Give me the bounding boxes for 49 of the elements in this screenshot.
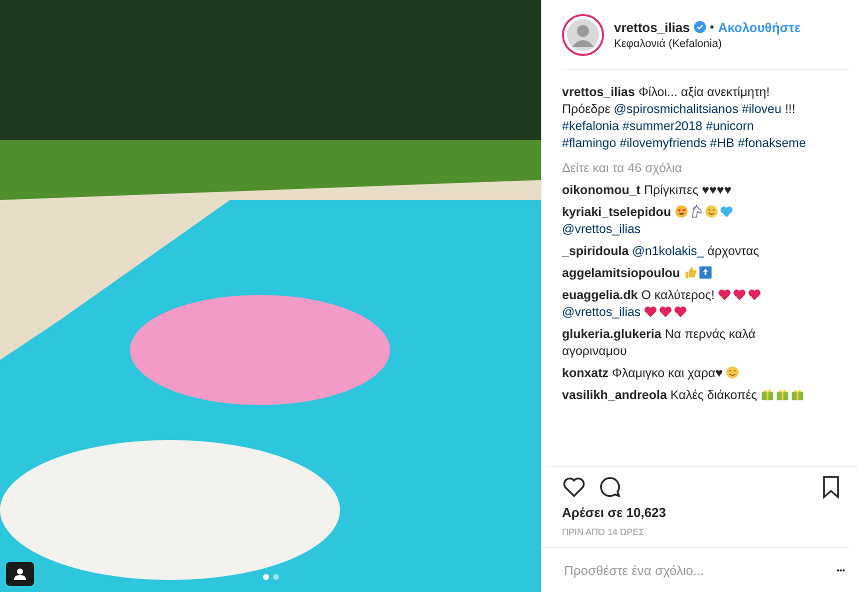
up-arrow-square-icon — [698, 266, 712, 279]
carousel-dot[interactable] — [272, 574, 278, 580]
sparkling-heart-icon — [718, 288, 732, 301]
comment-text: euaggelia.dk Ο καλύτερος! @vrettos_ilias — [562, 287, 807, 321]
comment-text: konxatz Φλαμιγκο και χαρα♥ — [562, 365, 807, 382]
heart-eyes-emoji-icon — [674, 205, 688, 218]
sparkling-heart-icon — [644, 305, 658, 318]
location-link[interactable]: Κεφαλονιά (Kefalonia) — [614, 38, 801, 50]
smile-emoji-icon — [704, 205, 718, 218]
mention-link[interactable]: @n1kolakis_ — [632, 244, 704, 258]
unicorn-emoji-icon — [690, 205, 703, 218]
username-link[interactable]: vrettos_ilias — [614, 20, 690, 34]
avatar-icon[interactable] — [562, 14, 604, 56]
mention-link[interactable]: #HB — [710, 136, 734, 150]
sparkling-heart-icon — [659, 305, 672, 318]
person-icon — [13, 567, 27, 581]
heart-outline-icon[interactable] — [562, 475, 586, 499]
gift-icon — [776, 388, 789, 401]
comment-text: kyriaki_tselepidou @vrettos_ilias — [562, 204, 807, 238]
comment-icon[interactable] — [598, 475, 622, 499]
caption-text: vrettos_ilias Φίλοι... αξία ανεκτίμητη! Πρόεδρε @spirosmichalitsianos #iloveu !!! #kefalonia #summer2018 #unicorn #flamingo #ilovemyfriends #HB #fonakseme — [562, 84, 807, 152]
mention-link[interactable]: @vrettos_ilias — [562, 305, 641, 319]
smile-emoji-icon — [726, 366, 740, 379]
comment-text: glukeria.glukeria Να περνάς καλά αγοριναμου — [562, 326, 756, 360]
mention-link[interactable]: #flamingo — [562, 136, 616, 150]
mention-link[interactable]: #ilovemyfriends — [620, 136, 707, 150]
sparkling-heart-icon — [748, 288, 762, 301]
gift-icon — [760, 388, 774, 401]
comment-text: _spiridoula @n1kolakis_ άρχοντας — [562, 243, 760, 260]
likes-count[interactable]: Αρέσει σε 10,623 — [542, 501, 857, 520]
mention-link[interactable]: @vrettos_ilias — [562, 222, 641, 236]
thumbs-up-icon — [684, 266, 697, 279]
mention-link[interactable]: @spirosmichalitsianos — [614, 102, 738, 116]
more-options-button[interactable]: ••• — [832, 562, 849, 578]
gift-icon — [790, 388, 804, 401]
mention-link[interactable]: #kefalonia — [562, 119, 619, 133]
mention-link[interactable]: #unicorn — [706, 119, 754, 133]
mention-link[interactable]: #summer2018 — [622, 119, 702, 133]
comment-text: oikonomou_t Πρίγκιπες ♥♥♥♥ — [562, 182, 733, 199]
sparkling-heart-icon — [674, 305, 688, 318]
comment-text: vasilikh_andreola Καλές διάκοπές — [562, 387, 807, 404]
comment-text: aggelamitsiopoulou — [562, 265, 807, 282]
sparkling-heart-icon — [733, 288, 746, 301]
heart-icon — [720, 205, 733, 218]
mention-link[interactable]: #fonakseme — [738, 136, 806, 150]
mention-link[interactable]: #iloveu — [742, 102, 782, 116]
post-time: ΠΡΙΝ ΑΠΌ 14 ΏΡΕΣ — [542, 520, 849, 548]
separator-dot: • — [710, 20, 714, 34]
user-tag-button[interactable] — [6, 562, 34, 586]
